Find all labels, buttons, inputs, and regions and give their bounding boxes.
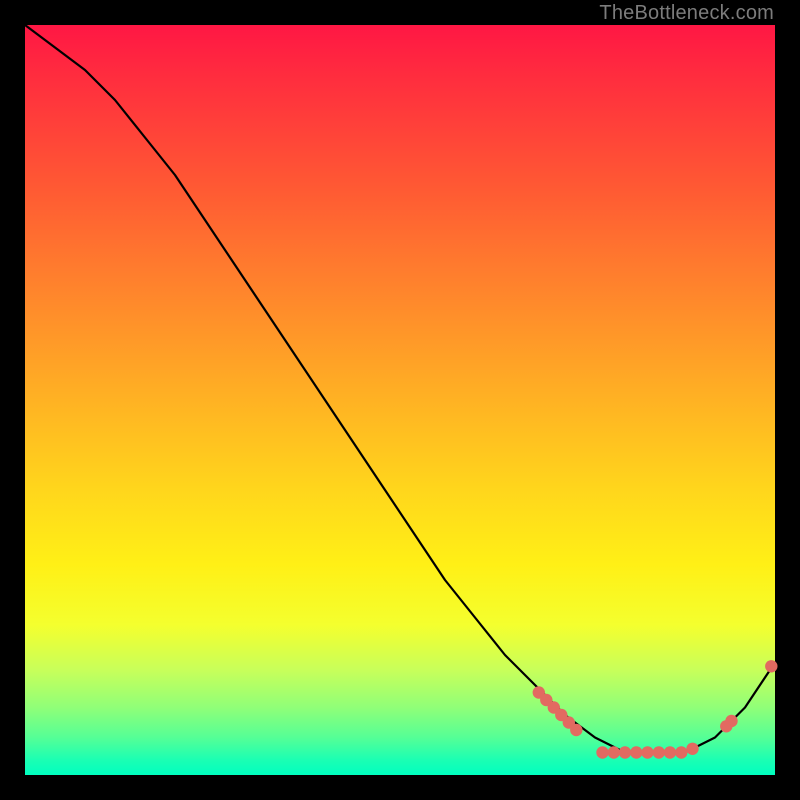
chart-marker bbox=[608, 746, 620, 758]
chart-marker bbox=[664, 746, 676, 758]
chart-markers bbox=[533, 660, 778, 759]
chart-marker bbox=[570, 724, 582, 736]
chart-marker bbox=[725, 715, 737, 727]
chart-marker bbox=[653, 746, 665, 758]
chart-marker bbox=[765, 660, 777, 672]
chart-frame: TheBottleneck.com bbox=[0, 0, 800, 800]
chart-marker bbox=[641, 746, 653, 758]
chart-marker bbox=[675, 746, 687, 758]
chart-marker bbox=[686, 743, 698, 755]
chart-svg bbox=[25, 25, 775, 775]
bottleneck-curve-line bbox=[25, 25, 775, 753]
chart-marker bbox=[596, 746, 608, 758]
watermark-text: TheBottleneck.com bbox=[599, 2, 774, 25]
chart-plot-area bbox=[25, 25, 775, 775]
chart-marker bbox=[630, 746, 642, 758]
chart-marker bbox=[619, 746, 631, 758]
